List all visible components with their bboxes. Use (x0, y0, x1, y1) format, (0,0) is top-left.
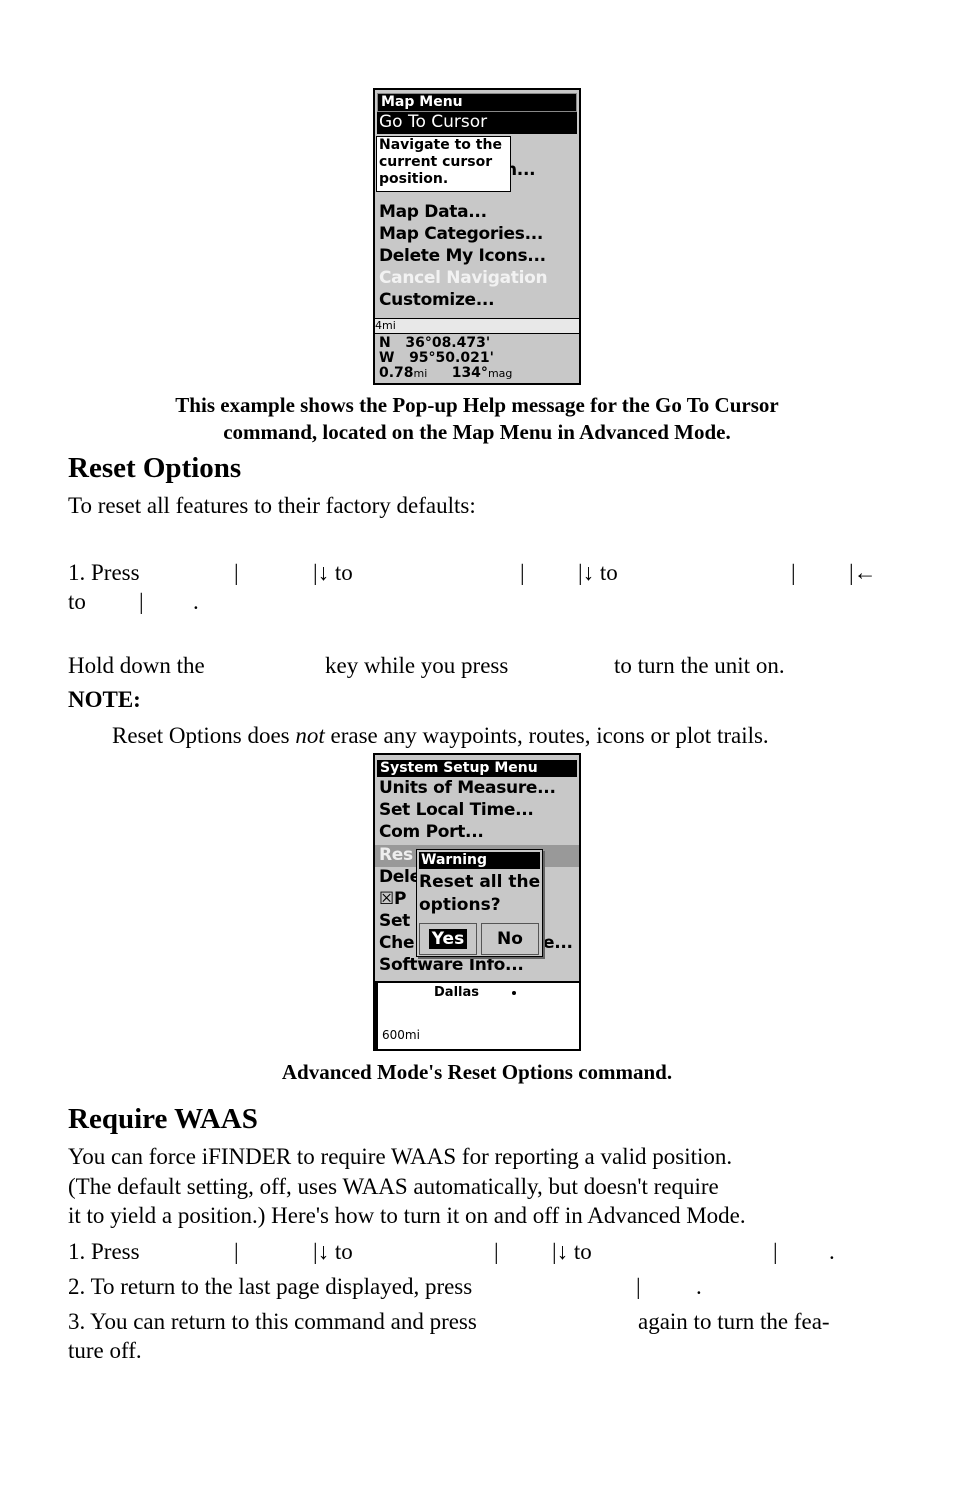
note-label: NOTE: (68, 687, 141, 712)
menu-title: System Setup Menu (377, 760, 577, 777)
menu-item: Map Categories... (379, 224, 544, 244)
menu-item: Set Local Time... (379, 800, 534, 820)
map-scale: 600mi (382, 1028, 420, 1042)
popup-line: position. (379, 171, 449, 187)
map-menu-screenshot: Map Menu Go To Cursor n... Navigate to t… (373, 88, 581, 385)
menu-item-disabled: Cancel Navigation (379, 268, 548, 288)
distance: 0.78 (379, 365, 414, 381)
system-setup-screenshot: System Setup Menu Units of Measure... Se… (373, 753, 581, 1051)
caption: Advanced Mode's Reset Options command. (281, 1060, 673, 1084)
menu-item-highlighted: Res (379, 845, 413, 865)
longitude: W 95°50.021' (379, 350, 494, 366)
map-city-label: Dallas (434, 985, 479, 1000)
caption: This example shows the Pop-up Help messa… (175, 393, 779, 444)
paragraph: To reset all features to their factory d… (68, 493, 476, 518)
dialog-text: options? (419, 895, 501, 915)
menu-item-selected: Go To Cursor (377, 112, 577, 134)
scale-bar: 4mi (375, 318, 579, 334)
menu-item: Set (379, 911, 410, 931)
position-readout: N 36°08.473' W 95°50.021' 0.78mi 134°mag (379, 336, 512, 381)
menu-item: Com Port... (379, 822, 484, 842)
note-text: Reset Options does not erase any waypoin… (112, 723, 769, 748)
dialog-text: Reset all the (419, 872, 541, 892)
popup-line: Navigate to the (379, 137, 502, 153)
dialog-title: Warning (419, 852, 540, 869)
menu-item: Customize... (379, 290, 495, 310)
map-preview: Dallas 600mi (375, 981, 579, 1049)
menu-item: Dele (379, 867, 421, 887)
bearing: 134° (451, 365, 488, 381)
menu-item: Che (379, 933, 415, 953)
menu-item: Units of Measure... (379, 778, 556, 798)
popup-line: current cursor (379, 154, 493, 170)
help-popup: Navigate to the current cursor position. (376, 136, 511, 192)
section-heading: Reset Options (68, 452, 242, 484)
section-heading: Require WAAS (68, 1103, 258, 1135)
distance-unit: mi (413, 367, 428, 380)
no-button[interactable]: No (481, 923, 539, 955)
menu-item: Delete My Icons... (379, 246, 546, 266)
menu-item: ☒P (379, 889, 407, 909)
bearing-unit: mag (487, 367, 513, 380)
yes-button[interactable]: Yes (419, 923, 477, 955)
menu-item: Software Info... (379, 955, 524, 975)
warning-dialog: Warning Reset all the options? Yes No (416, 849, 543, 957)
menu-item: Map Data... (379, 202, 487, 222)
menu-title: Map Menu (377, 93, 577, 112)
menu-item: e... (543, 933, 573, 953)
manual-page: Map Menu Go To Cursor n... Navigate to t… (0, 0, 954, 1487)
latitude: N 36°08.473' (379, 335, 491, 351)
